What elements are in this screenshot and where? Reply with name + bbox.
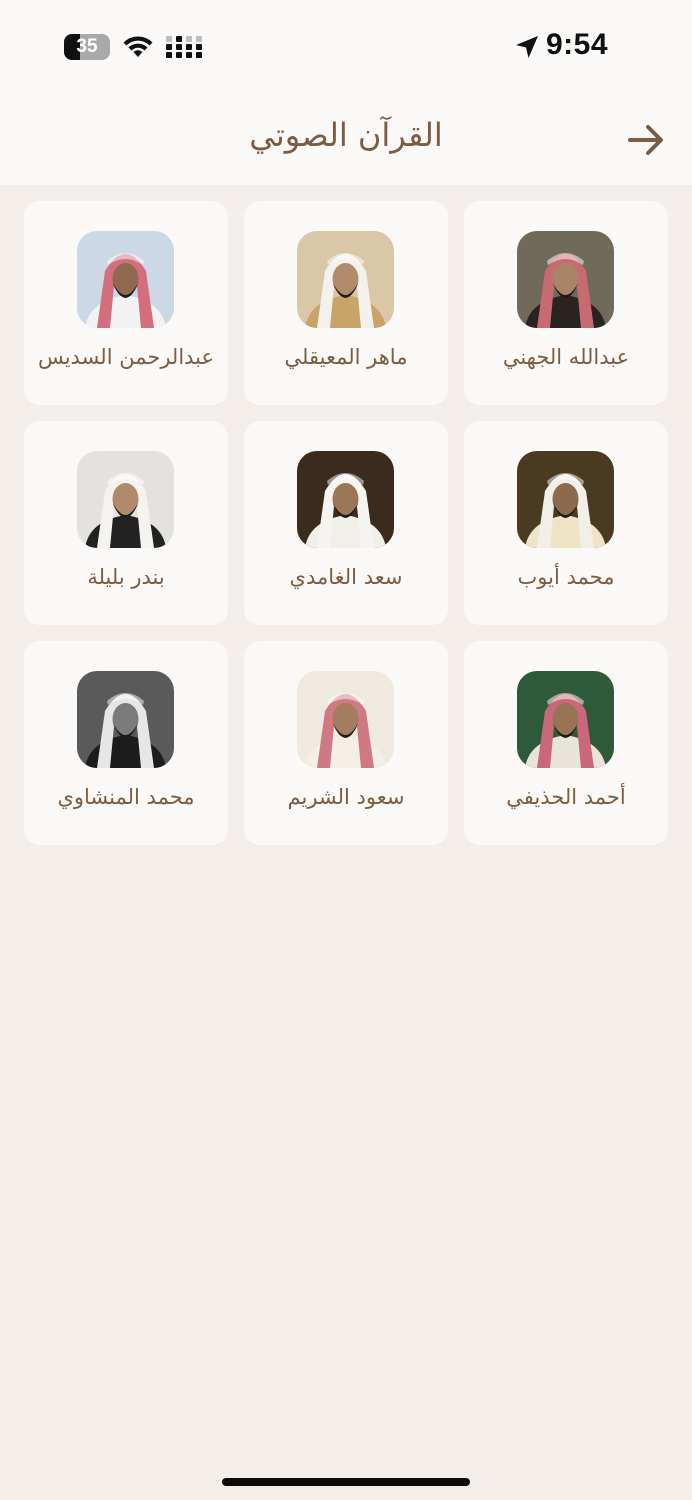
cellular-signal-icon <box>166 36 202 58</box>
reciter-photo <box>517 451 614 548</box>
reciter-photo <box>297 451 394 548</box>
status-time: 9:54 <box>546 28 609 61</box>
reciter-name: سعود الشريم <box>287 785 405 809</box>
status-bar: 35 9:54 <box>0 0 692 92</box>
reciter-name: أحمد الحذيفي <box>506 785 626 809</box>
reciter-card[interactable]: أحمد الحذيفي <box>464 641 668 845</box>
reciter-photo <box>517 671 614 768</box>
battery-level: 35 <box>76 36 98 57</box>
reciter-photo <box>297 671 394 768</box>
reciter-photo <box>77 451 174 548</box>
reciter-card[interactable]: محمد المنشاوي <box>24 641 228 845</box>
reciter-card[interactable]: محمد أيوب <box>464 421 668 625</box>
reciter-card[interactable]: ماهر المعيقلي <box>244 201 448 405</box>
location-arrow-icon <box>516 36 538 58</box>
wifi-icon <box>123 36 153 57</box>
reciter-card[interactable]: بندر بليلة <box>24 421 228 625</box>
reciter-name: بندر بليلة <box>87 565 165 589</box>
reciter-photo <box>517 231 614 328</box>
reciter-card[interactable]: عبدالله الجهني <box>464 201 668 405</box>
arrow-right-icon <box>628 125 663 155</box>
battery-icon: 35 <box>64 34 110 60</box>
reciter-card[interactable]: سعود الشريم <box>244 641 448 845</box>
back-button[interactable] <box>620 116 672 168</box>
reciter-name: عبدالله الجهني <box>502 345 630 369</box>
reciter-name: محمد المنشاوي <box>57 785 195 809</box>
reciter-photo <box>77 231 174 328</box>
reciter-name: ماهر المعيقلي <box>284 345 408 369</box>
reciter-card[interactable]: عبدالرحمن السديس <box>24 201 228 405</box>
reciter-photo <box>297 231 394 328</box>
reciter-grid: عبدالله الجهني ماهر المعيقلي عبدالرحمن الس… <box>24 201 668 845</box>
reciter-photo <box>77 671 174 768</box>
app-header: القرآن الصوتي <box>0 92 692 185</box>
home-indicator <box>222 1478 470 1486</box>
page-title: القرآن الصوتي <box>249 116 443 154</box>
reciter-card[interactable]: سعد الغامدي <box>244 421 448 625</box>
reciter-name: سعد الغامدي <box>289 565 403 589</box>
reciter-name: عبدالرحمن السديس <box>37 345 215 369</box>
reciter-name: محمد أيوب <box>517 565 615 589</box>
